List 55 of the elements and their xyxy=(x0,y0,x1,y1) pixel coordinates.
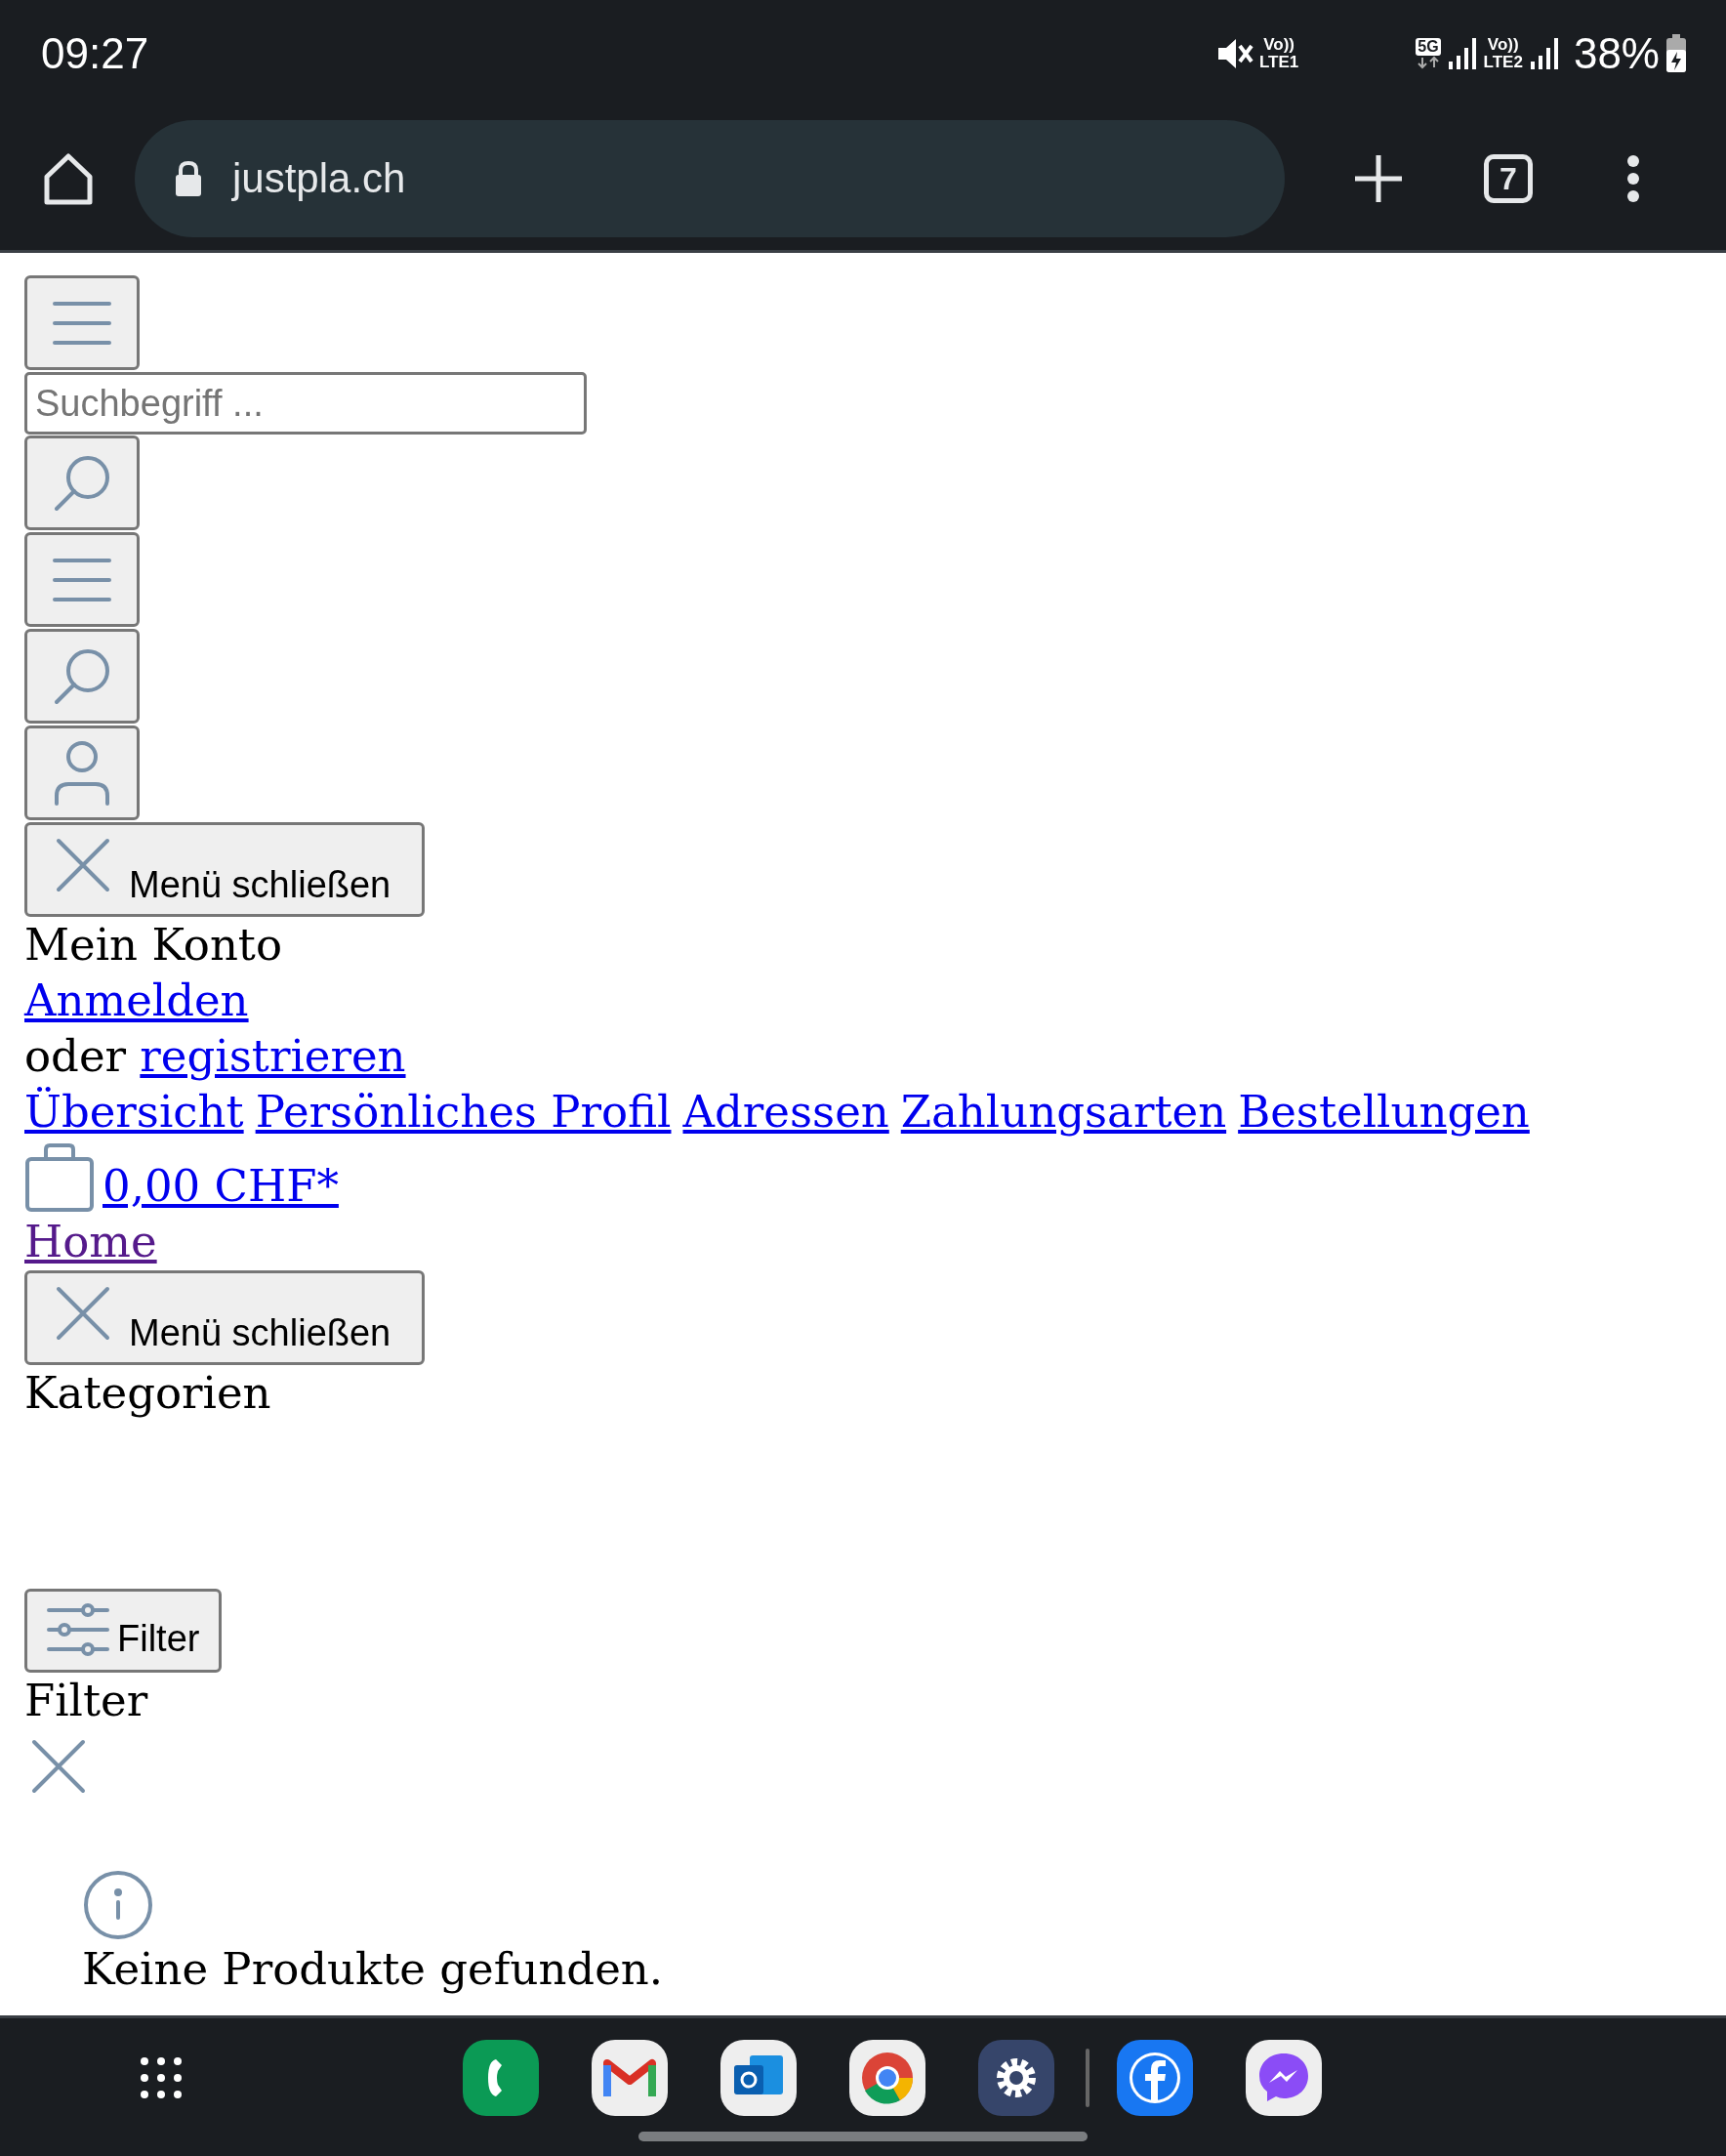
phone-icon[interactable] xyxy=(463,2040,539,2116)
more-menu-button[interactable] xyxy=(1626,154,1640,203)
info-icon xyxy=(82,1869,154,1941)
close-menu-button[interactable]: Menü schließen xyxy=(24,822,425,917)
clock: 09:27 xyxy=(41,29,149,78)
account-nav-link[interactable]: Zahlungsarten xyxy=(900,1084,1227,1140)
search-field[interactable]: Suchbegriff ... xyxy=(24,372,587,435)
empty-message: Keine Produkte gefunden. xyxy=(82,1942,665,1997)
new-tab-button[interactable] xyxy=(1353,153,1404,204)
signal-icon xyxy=(1528,36,1560,71)
mail-window-icon[interactable] xyxy=(720,2040,797,2116)
account-nav-link[interactable]: Adressen xyxy=(682,1084,889,1140)
data-arrows-icon xyxy=(1416,56,1440,69)
more-icon xyxy=(1626,154,1640,203)
text-link[interactable]: Home xyxy=(24,1216,157,1267)
address-bar[interactable]: justpla.ch xyxy=(135,120,1285,237)
url-text: justpla.ch xyxy=(232,155,406,202)
section-heading: Kategorien xyxy=(24,1366,272,1421)
text-link[interactable]: Anmelden xyxy=(24,974,249,1026)
section-heading: Filter xyxy=(24,1674,149,1728)
close-menu-button[interactable]: Menü schließen xyxy=(24,1270,425,1365)
network-label: LTE2 xyxy=(1483,54,1523,71)
search-button[interactable] xyxy=(24,629,140,724)
filter-button[interactable]: Filter xyxy=(24,1589,223,1673)
gear-icon[interactable] xyxy=(978,2040,1054,2116)
close-icon xyxy=(55,837,111,893)
sliders-icon xyxy=(47,1603,109,1656)
network-badge: 5G xyxy=(1416,38,1441,56)
register-link[interactable]: registrieren xyxy=(140,1030,406,1082)
close-icon[interactable] xyxy=(30,1738,87,1795)
plus-icon xyxy=(1353,153,1404,204)
account-nav-link[interactable]: Übersicht xyxy=(24,1084,244,1140)
signal-icon xyxy=(1446,36,1478,71)
browser-ring-icon[interactable] xyxy=(849,2040,925,2116)
tab-count-button[interactable]: 7 xyxy=(1484,154,1533,203)
shopping-bag-icon xyxy=(24,1143,95,1214)
label-text: oder xyxy=(24,1030,127,1082)
lock-icon xyxy=(174,160,203,197)
menu-button[interactable] xyxy=(24,275,140,370)
chat-bubble-icon[interactable] xyxy=(1246,2040,1322,2116)
volte-label: Vo)) xyxy=(1487,36,1519,54)
battery-percent: 38% xyxy=(1573,29,1660,78)
section-heading: Mein Konto xyxy=(24,918,284,973)
account-button[interactable] xyxy=(24,726,140,820)
volte-label: Vo)) xyxy=(1263,36,1294,54)
menu-button[interactable] xyxy=(24,532,140,627)
cart-total-link[interactable]: 0,00 CHF* xyxy=(103,1158,339,1214)
search-button[interactable] xyxy=(24,435,140,530)
app-grid-icon[interactable] xyxy=(139,2055,184,2100)
account-nav-link[interactable]: Bestellungen xyxy=(1238,1084,1530,1140)
mail-icon[interactable] xyxy=(592,2040,668,2116)
close-icon xyxy=(55,1285,111,1342)
account-nav-link[interactable]: Persönliches Profil xyxy=(255,1084,672,1140)
network-label: LTE1 xyxy=(1258,54,1299,71)
battery-icon xyxy=(1665,34,1687,73)
